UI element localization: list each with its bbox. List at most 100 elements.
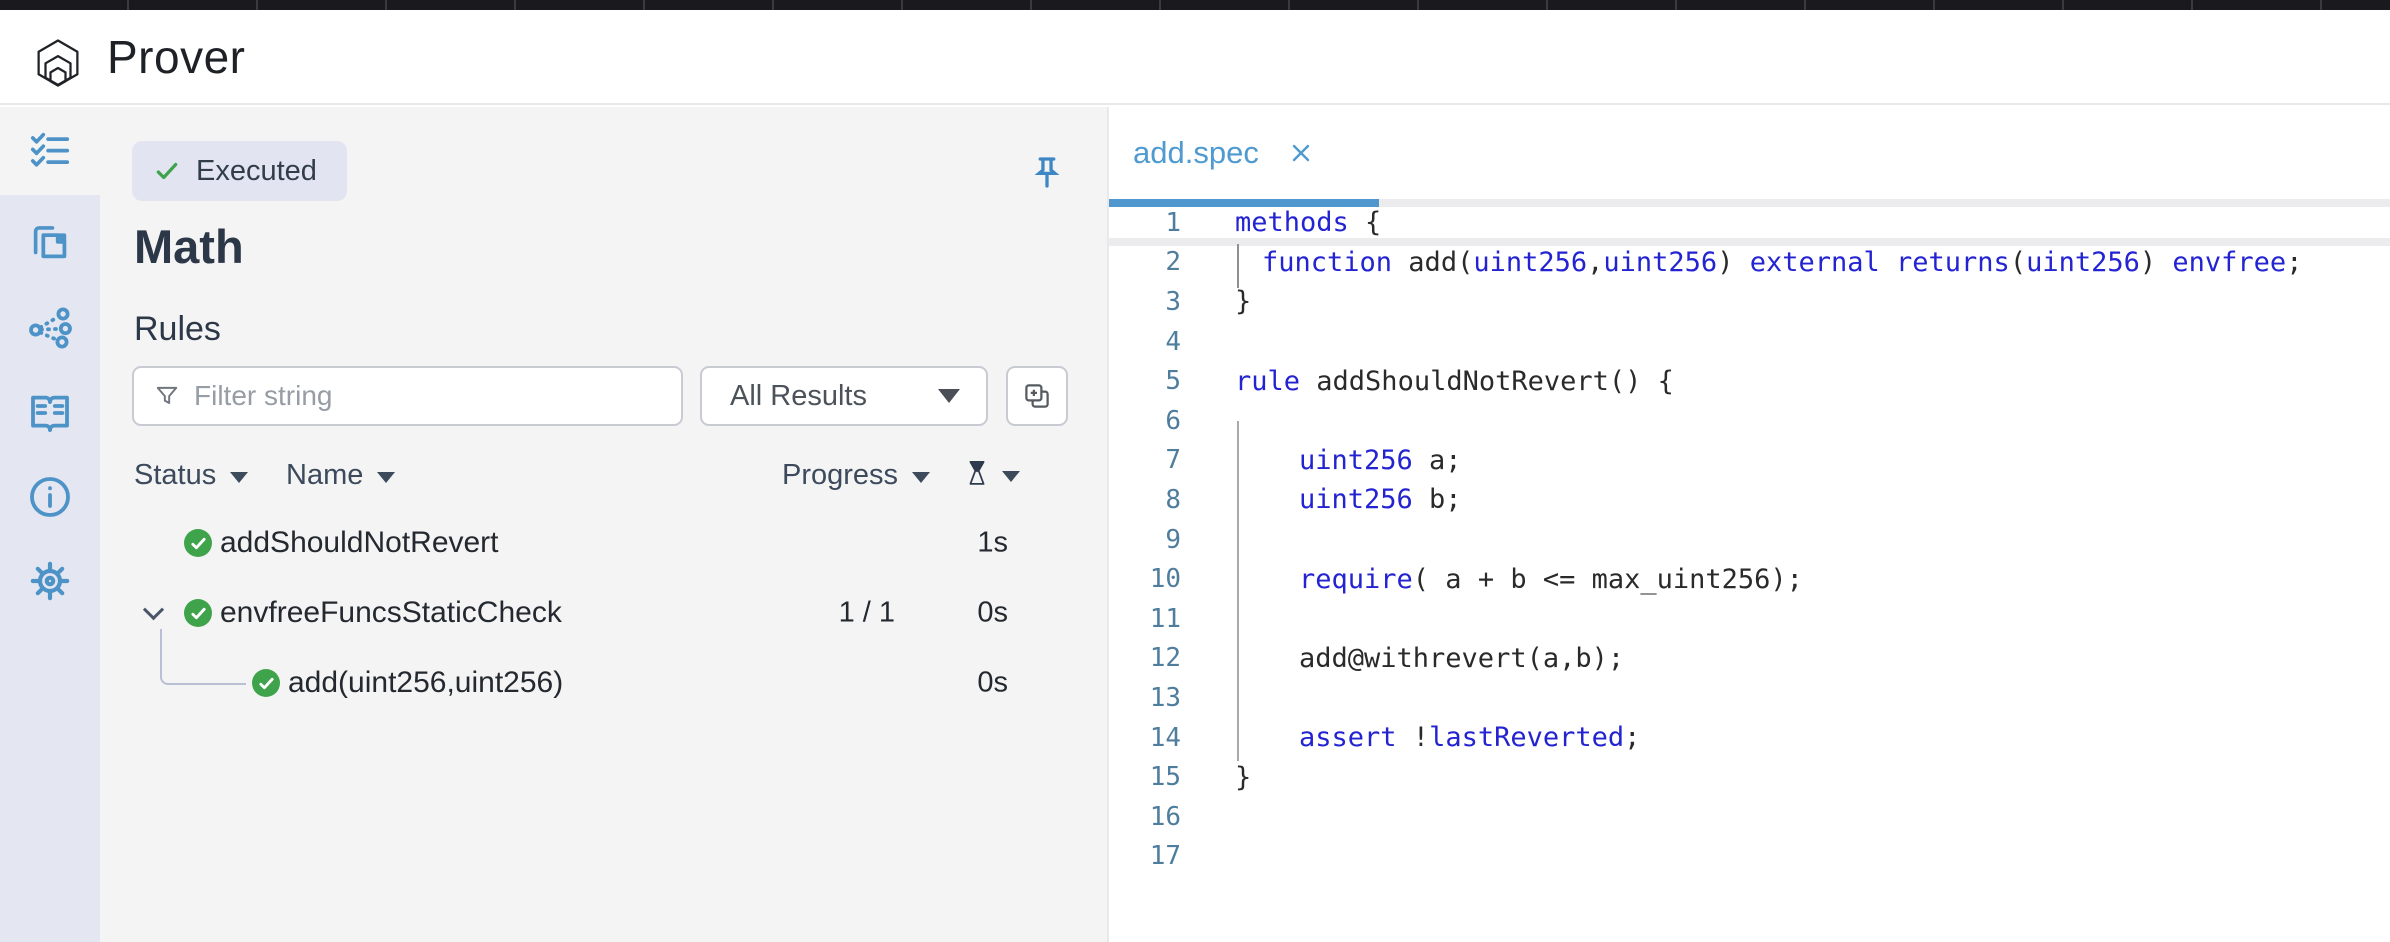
filter-input[interactable] — [194, 380, 634, 412]
table-row[interactable]: envfreeFuncsStaticCheck1 / 10s — [100, 578, 1108, 648]
close-icon[interactable] — [1289, 141, 1313, 165]
filter-input-wrapper — [132, 366, 683, 426]
code-line[interactable]: 17 — [1109, 837, 2390, 877]
results-filter-value: All Results — [730, 380, 867, 413]
copy-rules-button[interactable] — [1006, 366, 1068, 426]
column-header-time[interactable] — [966, 459, 1020, 489]
check-icon — [154, 158, 180, 184]
page-title: Math — [134, 219, 244, 274]
tab-label: add.spec — [1133, 135, 1259, 171]
pin-icon[interactable] — [1029, 153, 1065, 195]
files-icon — [27, 217, 73, 263]
code-text[interactable]: methods { — [1181, 207, 1381, 238]
code-text[interactable]: require( a + b <= max_uint256); — [1181, 564, 1803, 595]
check-icon — [190, 535, 207, 552]
code-text[interactable]: assert !lastReverted; — [1181, 722, 1640, 753]
code-line[interactable]: 15} — [1109, 757, 2390, 797]
line-number: 4 — [1109, 327, 1181, 357]
rule-name: add(uint256,uint256) — [288, 666, 563, 700]
status-success-icon — [184, 599, 212, 627]
line-number: 1 — [1109, 208, 1181, 238]
status-badge-label: Executed — [196, 155, 317, 188]
code-line[interactable]: 1methods { — [1109, 203, 2390, 243]
code-text[interactable]: uint256 b; — [1181, 484, 1462, 515]
tab-add-spec[interactable]: add.spec — [1109, 107, 1313, 199]
editor-tab-strip: add.spec — [1109, 107, 2390, 199]
rail-item-info[interactable] — [0, 467, 100, 527]
certora-hexagon-logo-icon — [23, 20, 93, 96]
code-text[interactable]: rule addShouldNotRevert() { — [1181, 366, 1674, 397]
hourglass-icon — [966, 459, 988, 489]
chevron-down-icon[interactable] — [143, 599, 164, 620]
code-text[interactable]: add@withrevert(a,b); — [1181, 643, 1624, 674]
results-filter-select[interactable]: All Results — [700, 366, 988, 426]
line-number: 6 — [1109, 406, 1181, 436]
code-line[interactable]: 7uint256 a; — [1109, 441, 2390, 481]
line-number: 10 — [1109, 564, 1181, 594]
rail-item-rules[interactable] — [0, 107, 100, 195]
rail-item-documentation[interactable] — [0, 383, 100, 443]
column-label: Status — [134, 459, 216, 492]
line-number: 7 — [1109, 445, 1181, 475]
code-line[interactable]: 14assert !lastReverted; — [1109, 718, 2390, 758]
code-text[interactable]: } — [1181, 762, 1251, 793]
rule-time: 1s — [977, 527, 1008, 560]
line-number: 12 — [1109, 643, 1181, 673]
rail-item-settings[interactable] — [0, 551, 100, 611]
sort-arrow-icon — [377, 472, 395, 483]
rule-time: 0s — [977, 597, 1008, 630]
line-number: 3 — [1109, 287, 1181, 317]
section-title-rules: Rules — [134, 310, 221, 349]
line-number: 14 — [1109, 723, 1181, 753]
rail-item-call-graph[interactable] — [0, 297, 100, 357]
code-line[interactable]: 8uint256 b; — [1109, 480, 2390, 520]
info-icon — [26, 473, 74, 521]
code-text[interactable]: } — [1181, 286, 1251, 317]
column-header-progress[interactable]: Progress — [782, 459, 930, 492]
code-line[interactable]: 2function add(uint256,uint256) external … — [1109, 243, 2390, 283]
code-line[interactable]: 3} — [1109, 282, 2390, 322]
line-number: 15 — [1109, 762, 1181, 792]
code-line[interactable]: 6 — [1109, 401, 2390, 441]
book-icon — [26, 389, 74, 437]
checklist-icon — [27, 128, 73, 174]
sort-arrow-icon — [912, 472, 930, 483]
column-header-name[interactable]: Name — [286, 459, 395, 492]
rules-controls: All Results — [132, 366, 1076, 426]
status-success-icon — [252, 669, 280, 697]
line-number: 2 — [1109, 247, 1181, 277]
table-row[interactable]: add(uint256,uint256) 0s — [100, 648, 1108, 718]
chevron-down-icon — [938, 389, 960, 403]
line-number: 11 — [1109, 604, 1181, 634]
code-line[interactable]: 12add@withrevert(a,b); — [1109, 639, 2390, 679]
table-row[interactable]: addShouldNotRevert1s — [100, 508, 1108, 578]
gear-icon — [26, 557, 74, 605]
code-line[interactable]: 16 — [1109, 797, 2390, 837]
code-line[interactable]: 13 — [1109, 678, 2390, 718]
code-viewer[interactable]: 1methods {2function add(uint256,uint256)… — [1109, 203, 2390, 876]
copy-plus-icon — [1022, 381, 1052, 411]
code-line[interactable]: 4 — [1109, 322, 2390, 362]
code-text[interactable]: function add(uint256,uint256) external r… — [1181, 247, 2302, 278]
rail-item-contracts[interactable] — [0, 210, 100, 270]
code-text[interactable]: uint256 a; — [1181, 445, 1462, 476]
code-line[interactable]: 5rule addShouldNotRevert() { — [1109, 361, 2390, 401]
column-label: Progress — [782, 459, 898, 492]
status-badge: Executed — [132, 141, 347, 201]
line-number: 17 — [1109, 841, 1181, 871]
spec-editor-panel: add.spec 1methods {2function add(uint256… — [1108, 107, 2390, 942]
code-line[interactable]: 11 — [1109, 599, 2390, 639]
code-line[interactable]: 10require( a + b <= max_uint256); — [1109, 559, 2390, 599]
column-header-status[interactable]: Status — [134, 459, 248, 492]
active-tab-underline — [1109, 199, 1379, 207]
rules-table-header: Status Name Progress — [100, 459, 1108, 499]
left-icon-rail — [0, 107, 100, 942]
rule-time: 0s — [977, 667, 1008, 700]
browser-tab-strip — [0, 0, 2390, 10]
line-number: 13 — [1109, 683, 1181, 713]
code-line[interactable]: 9 — [1109, 520, 2390, 560]
line-number: 5 — [1109, 366, 1181, 396]
check-icon — [190, 605, 207, 622]
rule-progress: 1 / 1 — [839, 597, 895, 630]
sort-arrow-icon — [1002, 471, 1020, 482]
